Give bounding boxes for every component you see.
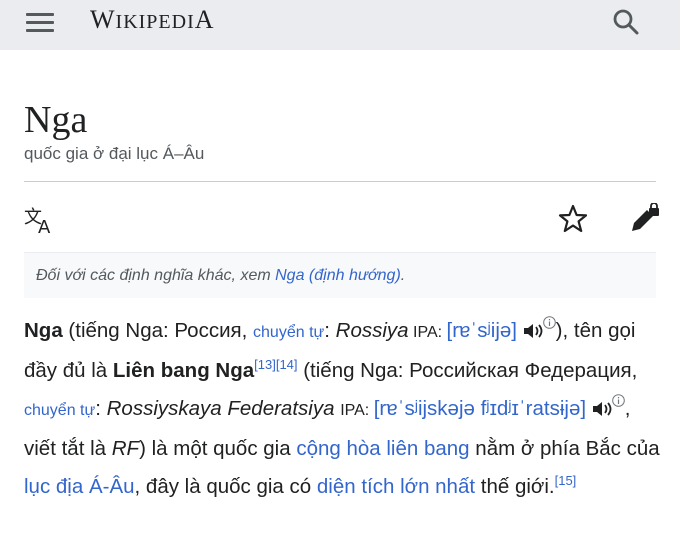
link-transliteration[interactable]: chuyển tự	[253, 324, 324, 341]
text-13: nằm ở phía Bắc của	[469, 437, 660, 460]
bold-nga: Nga	[24, 319, 63, 342]
hatnote-suffix: .	[400, 267, 406, 284]
header: WIKIPEDIA	[0, 0, 680, 50]
article-content: Nga (tiếng Nga: Россия, chuyển tự: Rossi…	[24, 312, 660, 506]
text-8: :	[95, 397, 107, 420]
wikipedia-logo[interactable]: WIKIPEDIA	[90, 5, 215, 35]
text-7: (tiếng Nga: Российская Федерация,	[297, 359, 638, 382]
link-transliteration-2[interactable]: chuyển tự	[24, 402, 95, 419]
ipa-link-2[interactable]: [rɐˈsʲijskəjə fʲɪdʲɪˈratsɨjə]	[374, 397, 586, 420]
ipa-link-1[interactable]: [rɐˈsʲijə]	[447, 319, 517, 342]
edit-lock-icon[interactable]	[628, 203, 662, 235]
ipa-label-1: IPA:	[408, 324, 447, 341]
logo-middle: IKIPEDI	[115, 11, 195, 33]
hatnote-link[interactable]: Nga (định hướng)	[275, 267, 401, 284]
logo-a: A	[194, 5, 215, 34]
page-title: Nga	[24, 99, 88, 141]
speaker-icon[interactable]	[523, 323, 543, 339]
language-icon[interactable]: 文 A	[24, 205, 58, 235]
info-icon-2[interactable]	[611, 394, 625, 407]
speaker-icon-2[interactable]	[592, 401, 612, 417]
star-icon[interactable]	[557, 203, 589, 235]
text-12: ) là một quốc gia	[139, 437, 297, 460]
menu-icon[interactable]	[26, 10, 54, 34]
text-rossiyskaya: Rossiyskaya Federatsiya	[106, 397, 335, 420]
ref-14[interactable]: [14]	[276, 357, 298, 372]
link-federal-republic[interactable]: cộng hòa liên bang	[296, 437, 469, 460]
svg-text:A: A	[38, 217, 51, 235]
text-rf: RF	[111, 437, 140, 460]
text-2: (tiếng Nga: Россия,	[62, 319, 254, 342]
text-15: thế giới.	[475, 475, 555, 498]
lead-paragraph: Nga (tiếng Nga: Россия, chuyển tự: Rossi…	[24, 312, 660, 506]
text-rossiya: Rossiya	[335, 319, 409, 342]
hatnote: Đối với các định nghĩa khác, xem Nga (đị…	[24, 252, 656, 298]
logo-w: W	[90, 5, 116, 34]
text-3: :	[324, 319, 336, 342]
link-eurasia[interactable]: lục địa Á-Âu	[24, 475, 135, 498]
ref-13[interactable]: [13]	[254, 357, 276, 372]
ipa-label-2: IPA:	[340, 402, 374, 419]
link-largest-area[interactable]: diện tích lớn nhất	[317, 475, 475, 498]
bold-lien-bang-nga: Liên bang Nga	[112, 359, 255, 382]
divider	[24, 181, 656, 182]
text-14: , đây là quốc gia có	[134, 475, 317, 498]
ref-15[interactable]: [15]	[555, 473, 577, 488]
page-subtitle: quốc gia ở đại lục Á–Âu	[24, 144, 205, 163]
info-icon[interactable]	[542, 316, 556, 329]
search-icon[interactable]	[612, 8, 640, 36]
hatnote-prefix: Đối với các định nghĩa khác, xem	[36, 267, 276, 284]
